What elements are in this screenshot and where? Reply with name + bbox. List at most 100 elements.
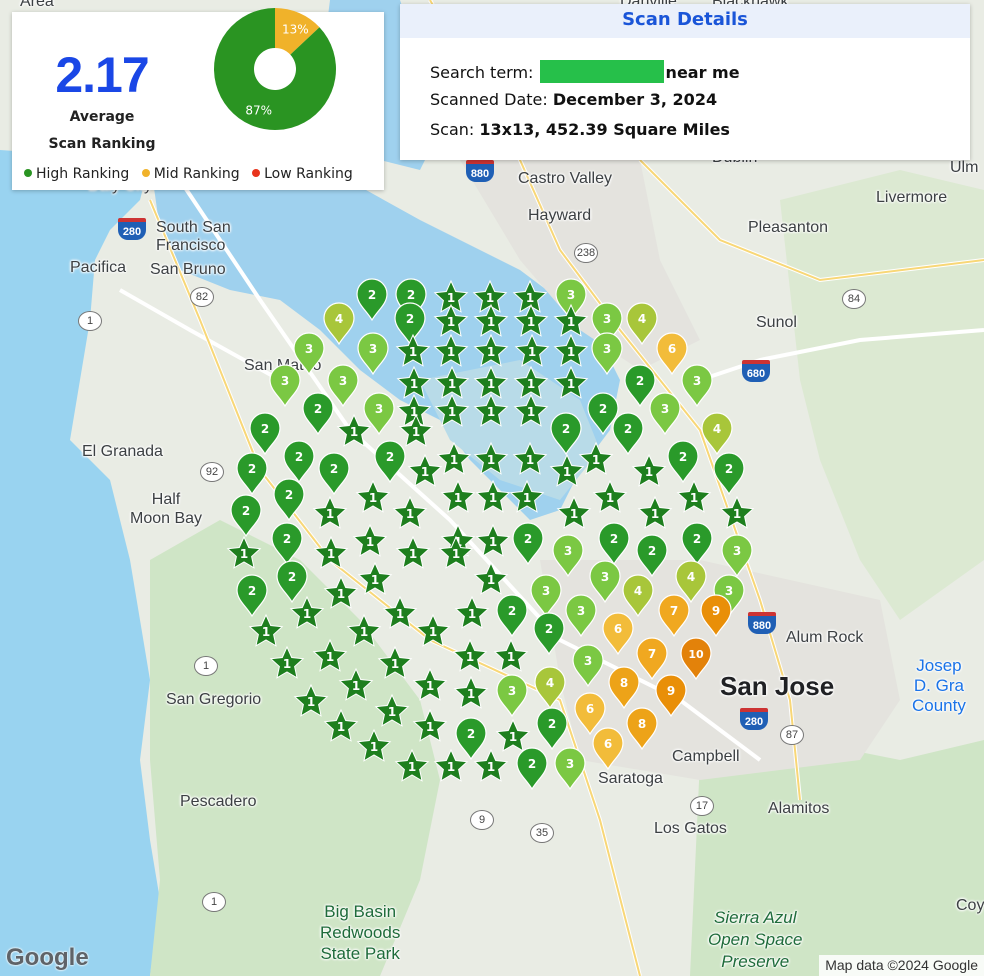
ranking-pin-value: 2 bbox=[386, 450, 394, 464]
san-bruno-label: San Bruno bbox=[150, 261, 226, 278]
ranking-pin-value: 1 bbox=[467, 687, 475, 701]
ranking-pin-value: 1 bbox=[426, 679, 434, 693]
ranking-pin-value: 2 bbox=[295, 450, 303, 464]
ranking-pin-value: 2 bbox=[248, 462, 256, 476]
ranking-pin-value: 1 bbox=[528, 345, 536, 359]
interstate-680-shield: 680 bbox=[742, 360, 770, 382]
ranking-pin-value: 8 bbox=[638, 717, 646, 731]
ranking-pin-value: 1 bbox=[337, 587, 345, 601]
ranking-pin-value: 1 bbox=[412, 425, 420, 439]
ranking-pin-value: 1 bbox=[426, 720, 434, 734]
google-logo: Google bbox=[6, 944, 89, 971]
ranking-pin-value: 2 bbox=[283, 532, 291, 546]
ranking-pin-value: 2 bbox=[248, 584, 256, 598]
ranking-pin-value: 2 bbox=[610, 532, 618, 546]
legend-low-label: Low Ranking bbox=[264, 166, 353, 182]
scanned-date-value: December 3, 2024 bbox=[552, 90, 718, 109]
sierra-azul-label: Sierra Azul Open Space Preserve bbox=[708, 908, 803, 971]
ranking-pin-value: 1 bbox=[570, 507, 578, 521]
ranking-pin-value: 4 bbox=[546, 676, 554, 690]
ranking-pin-value: 1 bbox=[352, 679, 360, 693]
ranking-pin-value: 1 bbox=[327, 547, 335, 561]
ranking-pin-value: 1 bbox=[487, 315, 495, 329]
legend-mid: Mid Ranking bbox=[141, 166, 240, 182]
ranking-pin-value: 2 bbox=[725, 462, 733, 476]
low-ranking-dot bbox=[252, 169, 261, 177]
ranking-pin-value: 3 bbox=[369, 342, 377, 356]
ranking-pin-value: 1 bbox=[487, 453, 495, 467]
scan-summary-card: 2.17 Average Scan Ranking 13% 87% High Ra… bbox=[12, 8, 384, 190]
ranking-pin-value: 6 bbox=[614, 622, 622, 636]
ranking-pin-value: 1 bbox=[487, 345, 495, 359]
ranking-pin-value: 2 bbox=[524, 532, 532, 546]
ranking-pin-value: 1 bbox=[567, 345, 575, 359]
ranking-pin-value: 1 bbox=[452, 547, 460, 561]
route-17-shield: 17 bbox=[690, 796, 714, 816]
ranking-pin-value: 4 bbox=[713, 422, 721, 436]
san-jose-label: San Jose bbox=[720, 671, 835, 701]
route-87-shield: 87 bbox=[780, 725, 804, 745]
ranking-pin-value: 6 bbox=[668, 342, 676, 356]
ranking-pin-value: 2 bbox=[679, 450, 687, 464]
ranking-pin-value: 1 bbox=[606, 491, 614, 505]
ranking-pin-value: 1 bbox=[526, 453, 534, 467]
castro-valley-label: Castro Valley bbox=[518, 170, 612, 187]
ranking-pin-value: 1 bbox=[507, 650, 515, 664]
ranking-pin-value: 1 bbox=[487, 573, 495, 587]
jose-county-label: Josep D. Gra County bbox=[912, 656, 966, 715]
ranking-pin-value: 3 bbox=[661, 402, 669, 416]
ranking-pin-value: 2 bbox=[508, 604, 516, 618]
route-35-shield: 35 bbox=[530, 823, 554, 843]
ranking-pin-value: 2 bbox=[314, 402, 322, 416]
ranking-pin-value: 1 bbox=[409, 345, 417, 359]
map-attribution[interactable]: Map data ©2024 Google bbox=[819, 955, 984, 976]
campbell-label: Campbell bbox=[672, 748, 740, 765]
ranking-pin-value: 1 bbox=[370, 740, 378, 754]
sunol-label: Sunol bbox=[756, 314, 797, 331]
ranking-pin-value: 1 bbox=[448, 405, 456, 419]
ranking-pin-value: 1 bbox=[487, 377, 495, 391]
ranking-pin-value: 1 bbox=[350, 425, 358, 439]
ranking-pin-value: 1 bbox=[527, 315, 535, 329]
ranking-pin-value: 3 bbox=[733, 544, 741, 558]
ranking-pin-value: 1 bbox=[303, 607, 311, 621]
pleasanton-label: Pleasanton bbox=[748, 219, 829, 236]
ranking-pin-value: 1 bbox=[429, 625, 437, 639]
route-1-shield-far-south: 1 bbox=[202, 892, 226, 912]
ranking-pin-value: 2 bbox=[261, 422, 269, 436]
ranking-pin-value: 1 bbox=[240, 547, 248, 561]
ranking-pin-value: 1 bbox=[489, 535, 497, 549]
san-gregorio-label: San Gregorio bbox=[166, 691, 262, 708]
ranking-pin-value: 3 bbox=[375, 402, 383, 416]
ranking-pin-value: 2 bbox=[545, 622, 553, 636]
route-9-shield: 9 bbox=[470, 810, 494, 830]
ranking-pin-value: 1 bbox=[283, 657, 291, 671]
livermore-label: Livermore bbox=[876, 189, 948, 206]
legend-low: Low Ranking bbox=[252, 166, 353, 182]
ranking-pin-value: 3 bbox=[725, 584, 733, 598]
ranking-pin-value: 3 bbox=[508, 684, 516, 698]
ranking-pin-value: 1 bbox=[447, 315, 455, 329]
ranking-pin-value: 1 bbox=[307, 695, 315, 709]
saratoga-label: Saratoga bbox=[598, 770, 663, 787]
scan-size-label: Scan: bbox=[430, 120, 475, 139]
scan-details-title: Scan Details bbox=[400, 4, 970, 38]
ranking-pin-value: 1 bbox=[567, 315, 575, 329]
ranking-pin-value: 1 bbox=[567, 377, 575, 391]
ranking-pin-value: 4 bbox=[634, 584, 642, 598]
ranking-pin-value: 6 bbox=[586, 702, 594, 716]
ranking-pin-value: 1 bbox=[651, 507, 659, 521]
search-term-label: Search term: bbox=[430, 63, 534, 82]
ranking-pin-value: 1 bbox=[396, 607, 404, 621]
ranking-pin-value: 3 bbox=[567, 288, 575, 302]
route-1-shield: 1 bbox=[78, 311, 102, 331]
search-term-suffix: near me bbox=[665, 63, 740, 82]
donut-mid-label: 13% bbox=[282, 22, 309, 36]
scanned-date-row: Scanned Date: December 3, 2024 bbox=[430, 90, 717, 109]
route-92-shield: 92 bbox=[200, 462, 224, 482]
ranking-pin-value: 1 bbox=[527, 405, 535, 419]
ranking-pin-value: 1 bbox=[487, 760, 495, 774]
half-moon-bay-label: Half Moon Bay bbox=[130, 491, 203, 527]
interstate-880-shield: 880 bbox=[466, 160, 494, 182]
ranking-pin-value: 3 bbox=[603, 342, 611, 356]
